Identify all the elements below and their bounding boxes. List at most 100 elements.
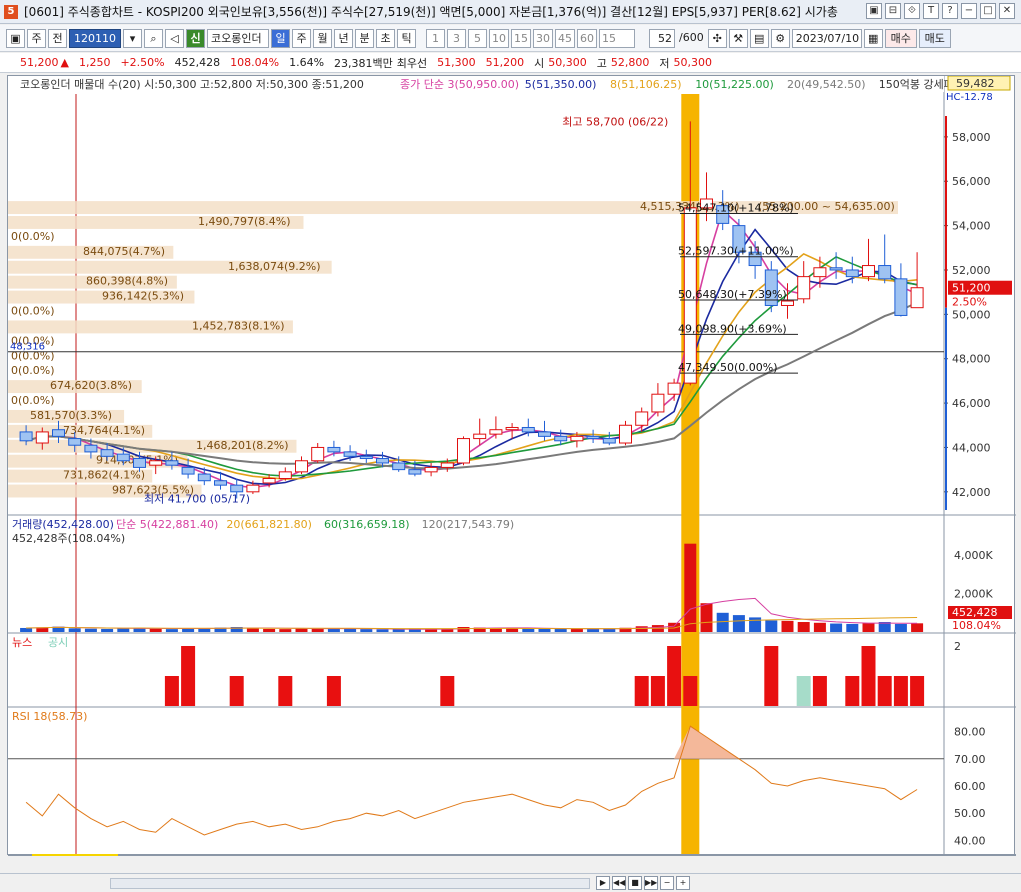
- sell-button[interactable]: 매도: [918, 28, 951, 48]
- volume-bar: [182, 628, 195, 632]
- price-tick-label: 50,000: [952, 308, 991, 321]
- buy-button[interactable]: 매수: [884, 28, 917, 48]
- tab-tick[interactable]: 틱: [397, 28, 416, 48]
- num-5[interactable]: 5: [468, 28, 487, 48]
- volume-bar: [894, 623, 907, 632]
- volume-profile-label: 581,570(3.3%): [30, 409, 112, 422]
- max-value: 59,482: [956, 77, 995, 90]
- date-input[interactable]: 2023/07/10: [791, 28, 862, 48]
- chart-svg[interactable]: 4,515,334(25.3%) (55,200.00 ~ 54,635.00)1…: [8, 76, 1016, 856]
- news-bar: [164, 676, 179, 706]
- stock-name[interactable]: 코오롱인더: [207, 28, 269, 48]
- hc-label: HC-12.78: [946, 92, 993, 103]
- zoom-out-icon[interactable]: −: [660, 876, 674, 890]
- maximize-icon[interactable]: □: [980, 3, 996, 19]
- volume-bar: [813, 622, 826, 632]
- stop-icon[interactable]: ■: [628, 876, 642, 890]
- layout-icon[interactable]: ▣: [866, 3, 882, 19]
- close-icon[interactable]: ✕: [999, 3, 1015, 19]
- price-tick-label: 48,000: [952, 353, 991, 366]
- tab-week[interactable]: 주: [292, 28, 311, 48]
- number-select[interactable]: 15: [599, 28, 635, 48]
- font-icon[interactable]: T: [923, 3, 939, 19]
- news-bar: [650, 676, 665, 706]
- gear-icon[interactable]: ⚙: [770, 28, 790, 48]
- minimize-icon[interactable]: −: [961, 3, 977, 19]
- chart-scrollbar[interactable]: [110, 878, 590, 889]
- dropdown-icon[interactable]: ▾: [123, 28, 142, 48]
- ma-legend-item: 5(51,350.00): [525, 78, 597, 91]
- market-select[interactable]: 주: [27, 28, 46, 48]
- count-total: /600: [679, 30, 704, 44]
- calendar-icon[interactable]: ▦: [863, 28, 883, 48]
- num-15[interactable]: 15: [511, 28, 531, 48]
- prev-button[interactable]: 전: [48, 28, 67, 48]
- num-60[interactable]: 60: [577, 28, 597, 48]
- news-bar: [861, 646, 876, 706]
- rsi-line: [25, 725, 918, 836]
- num-45[interactable]: 45: [555, 28, 575, 48]
- link-icon[interactable]: ⟐: [904, 3, 920, 19]
- menu-icon[interactable]: ▣: [6, 28, 25, 48]
- num-1[interactable]: 1: [426, 28, 445, 48]
- price-tick-label: 42,000: [952, 486, 991, 499]
- news-bar: [796, 676, 811, 706]
- tab-minute[interactable]: 분: [355, 28, 374, 48]
- rsi-tick-label: 40.00: [954, 834, 986, 847]
- fix-icon[interactable]: 신: [186, 28, 205, 48]
- chart-area[interactable]: 4,515,334(25.3%) (55,200.00 ~ 54,635.00) 1…: [7, 75, 1016, 856]
- volume-bar: [797, 622, 810, 632]
- search-icon[interactable]: ⌕: [144, 28, 163, 48]
- candle-body: [554, 435, 568, 442]
- tab-second[interactable]: 초: [376, 28, 395, 48]
- best-label: 최우선: [396, 56, 428, 70]
- num-30[interactable]: 30: [533, 28, 553, 48]
- candle-body: [424, 466, 438, 473]
- num-3[interactable]: 3: [447, 28, 466, 48]
- candle-body: [327, 446, 341, 453]
- change-pct: +2.50%: [120, 56, 165, 69]
- zoom-in-icon[interactable]: +: [676, 876, 690, 890]
- ma-legend-item: 20(49,542.50): [787, 78, 866, 91]
- num-10[interactable]: 10: [489, 28, 509, 48]
- volume-bar: [149, 628, 162, 632]
- play-icon[interactable]: ▶: [596, 876, 610, 890]
- change: 1,250: [78, 56, 111, 69]
- speaker-icon[interactable]: ◁: [165, 28, 184, 48]
- split-icon[interactable]: ⊟: [885, 3, 901, 19]
- tab-day[interactable]: 일: [271, 28, 290, 48]
- title-bar: 5 [0601] 주식종합차트 - KOSPI200 외국인보유[3,556(천…: [0, 0, 1021, 24]
- count-input[interactable]: 52: [649, 28, 675, 48]
- candle-body: [457, 438, 470, 464]
- volume: 452,428: [174, 56, 221, 69]
- code-input[interactable]: 120110: [69, 28, 121, 48]
- candle-body: [408, 469, 422, 475]
- fib-label: 49,098.90(+3.69%): [678, 322, 787, 335]
- price-tick-label: 52,000: [952, 264, 991, 277]
- candle-body: [376, 458, 389, 464]
- volume-sub: 452,428주(108.04%): [12, 532, 125, 545]
- help-icon[interactable]: ?: [942, 3, 958, 19]
- low-label: 저: [659, 56, 670, 70]
- crosshair-icon[interactable]: ✣: [707, 28, 727, 48]
- disclosure-legend: 공시: [48, 636, 68, 649]
- candle-body: [619, 424, 632, 444]
- candle-body: [214, 480, 227, 486]
- volume-bar: [279, 629, 292, 632]
- candle-body: [295, 460, 308, 473]
- tab-year[interactable]: 년: [334, 28, 353, 48]
- save-icon[interactable]: ▤: [749, 28, 769, 48]
- tool-icon[interactable]: ⚒: [728, 28, 748, 48]
- forward-icon[interactable]: ▶▶: [644, 876, 658, 890]
- x-axis-line: [8, 854, 1016, 856]
- volume-bar: [684, 543, 697, 632]
- news-legend: 뉴스: [12, 636, 32, 649]
- volume-bar: [101, 628, 114, 632]
- tab-month[interactable]: 월: [313, 28, 332, 48]
- volume-bar: [246, 628, 259, 632]
- volume-bar: [862, 623, 875, 632]
- volume-bar: [117, 628, 130, 632]
- rewind-icon[interactable]: ◀◀: [612, 876, 626, 890]
- candle-body: [489, 429, 503, 435]
- candle-body: [862, 265, 875, 278]
